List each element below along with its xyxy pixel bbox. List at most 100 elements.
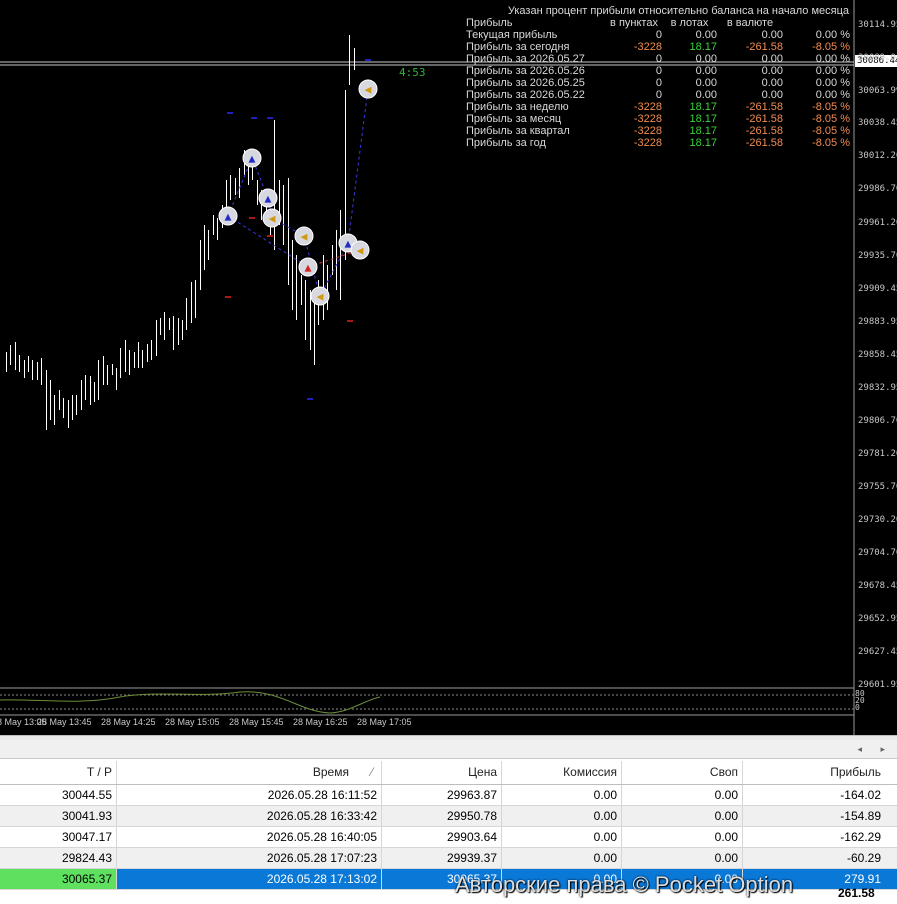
stats-currency: 0.00: [761, 53, 783, 65]
stats-label: Прибыль за неделю: [466, 101, 569, 113]
stats-percent: 0.00 %: [815, 29, 850, 41]
header-commission[interactable]: Комиссия: [502, 761, 622, 784]
stats-currency: 0.00: [761, 65, 783, 77]
cell-profit: -154.89: [840, 809, 881, 823]
trade-arrow-icon: ▲: [305, 264, 312, 274]
stats-lots: 0.00: [695, 77, 717, 89]
stats-percent: 0.00 %: [815, 53, 850, 65]
chart-area[interactable]: ▲▲▲◀◀▲◀▲◀◀ 4:53 30086.44 30114.9530089.0…: [0, 0, 897, 735]
stats-points: 0: [655, 29, 662, 41]
cell-time: 2026.05.28 16:40:05: [117, 827, 382, 847]
cell-price: 29963.87: [382, 785, 502, 805]
stats-currency: -261.58: [745, 137, 783, 149]
scroll-arrows[interactable]: ◂ ▸: [857, 740, 893, 758]
stats-lots: 0.00: [695, 89, 717, 101]
trade-arrow-icon: ◀: [269, 215, 276, 225]
time-tick: 28 May 16:25: [293, 717, 348, 727]
stats-header-points: в пунктах: [610, 17, 658, 29]
trade-line: [347, 88, 369, 244]
header-price[interactable]: Цена: [382, 761, 502, 784]
cell-price: 29950.78: [382, 806, 502, 826]
stats-header-currency: в валюте: [726, 17, 774, 29]
cell-commission: 0.00: [502, 785, 622, 805]
bar-timer: 4:53: [399, 66, 426, 79]
header-time[interactable]: Время ⁄: [117, 761, 382, 784]
price-tick: 29986.70: [858, 184, 897, 194]
header-profit[interactable]: Прибыль: [743, 761, 885, 784]
total-profit: 261.58: [838, 886, 875, 900]
stats-title: Указан процент прибыли относительно бала…: [507, 5, 849, 17]
cell-commission: 0.00: [502, 848, 622, 868]
sort-icon: ⁄: [370, 765, 373, 779]
stats-header-lots: в лотах: [670, 17, 709, 29]
price-tick: 29806.70: [858, 416, 897, 426]
trade-arrow-icon: ◀: [357, 247, 364, 257]
stats-row: Прибыль за год -3228 18.17 -261.58 -8.05 %: [466, 137, 852, 149]
stats-row: Прибыль за квартал -3228 18.17 -261.58 -8.05…: [466, 125, 852, 137]
price-tick: 29678.45: [858, 581, 897, 591]
header-swap[interactable]: Своп: [622, 761, 743, 784]
stats-row: Прибыль за 2026.05.27 0 0.00 0.00 0.00 %: [466, 53, 852, 65]
stats-label: Прибыль за 2026.05.22: [466, 89, 585, 101]
trade-arrow-icon: ◀: [301, 233, 308, 243]
cell-time: 2026.05.28 17:13:02: [117, 869, 382, 889]
stats-percent: 0.00 %: [815, 65, 850, 77]
cell-profit: -162.29: [840, 830, 881, 844]
price-tick: 29961.20: [858, 218, 897, 228]
price-tick: 29652.95: [858, 614, 897, 624]
stats-label: Прибыль за 2026.05.27: [466, 53, 585, 65]
cell-tp: 29824.43: [0, 848, 117, 868]
stats-header: Прибыль в пунктах в лотах в валюте: [466, 17, 852, 29]
price-tick: 30012.20: [858, 151, 897, 161]
price-tick: 29730.20: [858, 515, 897, 525]
table-row[interactable]: 30044.55 2026.05.28 16:11:52 29963.87 0.00 0…: [0, 785, 897, 806]
trade-arrow-icon: ◀: [365, 86, 372, 96]
trade-arrow-icon: ▲: [225, 213, 232, 223]
table-row[interactable]: 30041.93 2026.05.28 16:33:42 29950.78 0.00 0…: [0, 806, 897, 827]
toolbox-bar: ◂ ▸: [0, 740, 897, 759]
oscillator-tick: 0: [855, 703, 860, 712]
stats-header-label: Прибыль: [466, 17, 513, 29]
stats-percent: -8.05 %: [812, 41, 850, 53]
time-tick: 28 May 13:45: [37, 717, 92, 727]
price-tick: 30038.45: [858, 118, 897, 128]
cell-swap: 0.00: [622, 785, 743, 805]
stats-lots: 18.17: [689, 41, 717, 53]
trade-arrow-icon: ◀: [317, 293, 324, 303]
stats-row: Прибыль за 2026.05.26 0 0.00 0.00 0.00 %: [466, 65, 852, 77]
stats-lots: 18.17: [689, 137, 717, 149]
stats-row: Прибыль за 2026.05.22 0 0.00 0.00 0.00 %: [466, 89, 852, 101]
cell-price: 29903.64: [382, 827, 502, 847]
cell-profit: -164.02: [840, 788, 881, 802]
stats-row: Прибыль за сегодня -3228 18.17 -261.58 -8.05…: [466, 41, 852, 53]
stats-row: Прибыль за месяц -3228 18.17 -261.58 -8.05 %: [466, 113, 852, 125]
cell-time: 2026.05.28 16:11:52: [117, 785, 382, 805]
trade-table[interactable]: T / P Время ⁄ Цена Комиссия Своп Прибыль …: [0, 761, 897, 890]
stats-lots: 18.17: [689, 125, 717, 137]
stats-lots: 18.17: [689, 113, 717, 125]
stats-row: Прибыль за неделю -3228 18.17 -261.58 -8.05 …: [466, 101, 852, 113]
profit-stats-panel: Указан процент прибыли относительно бала…: [466, 5, 852, 149]
stats-label: Прибыль за год: [466, 137, 546, 149]
stats-label: Прибыль за квартал: [466, 125, 570, 137]
stats-currency: 0.00: [761, 29, 783, 41]
stats-lots: 0.00: [695, 65, 717, 77]
table-row[interactable]: 30047.17 2026.05.28 16:40:05 29903.64 0.00 0…: [0, 827, 897, 848]
time-tick: 28 May 15:45: [229, 717, 284, 727]
stats-label: Прибыль за сегодня: [466, 41, 570, 53]
stats-percent: -8.05 %: [812, 113, 850, 125]
time-tick: 28 May 17:05: [357, 717, 412, 727]
table-row[interactable]: 29824.43 2026.05.28 17:07:23 29939.37 0.00 0…: [0, 848, 897, 869]
stats-label: Текущая прибыль: [466, 29, 558, 41]
price-tick: 29781.20: [858, 449, 897, 459]
stats-percent: -8.05 %: [812, 137, 850, 149]
trade-arrow-icon: ▲: [345, 240, 352, 250]
cell-price: 29939.37: [382, 848, 502, 868]
header-tp[interactable]: T / P: [0, 761, 117, 784]
cell-swap: 0.00: [622, 806, 743, 826]
price-tick: 29935.70: [858, 251, 897, 261]
stats-points: 0: [655, 65, 662, 77]
cell-swap: 0.00: [622, 848, 743, 868]
cell-time: 2026.05.28 17:07:23: [117, 848, 382, 868]
stats-points: -3228: [633, 113, 662, 125]
